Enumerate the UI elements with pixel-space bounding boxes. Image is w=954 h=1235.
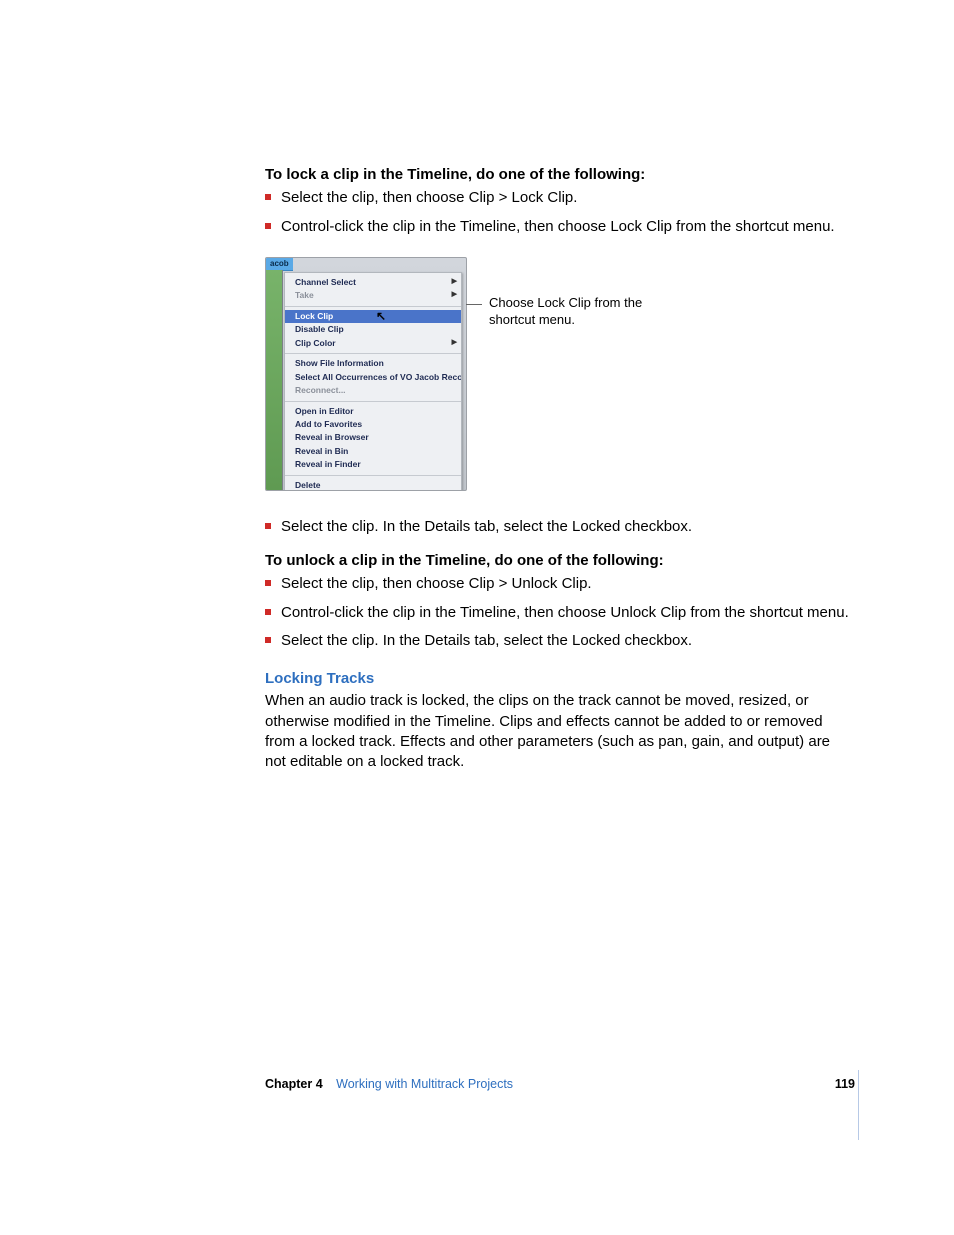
menu-item-clip-color[interactable]: Clip Color ▶: [285, 337, 461, 350]
menu-item-label: Open in Editor: [295, 406, 354, 416]
heading-lock-clip: To lock a clip in the Timeline, do one o…: [265, 165, 855, 185]
menu-item-lock-clip[interactable]: Lock Clip: [285, 310, 461, 323]
menu-item-channel-select[interactable]: Channel Select ▶: [285, 276, 461, 289]
figure-context-menu: acob Channel Select▶ Take▶ Lock Clip Dis…: [265, 257, 855, 497]
menu-item-reveal-in-finder[interactable]: Reveal in Finder: [285, 458, 461, 471]
list-item: Control-click the clip in the Timeline, …: [265, 603, 855, 623]
chevron-right-icon: ▶: [452, 277, 457, 286]
menu-item-reveal-in-browser[interactable]: Reveal in Browser: [285, 431, 461, 444]
menu-item-take: Take ▶: [285, 289, 461, 302]
subhead-locking-tracks: Locking Tracks: [265, 669, 855, 689]
footer-page-number: 119: [835, 1076, 855, 1093]
footer-title: Working with Multitrack Projects: [336, 1077, 513, 1091]
track-sidebar: [266, 270, 283, 490]
menu-item-label: Reconnect...: [295, 385, 346, 395]
menu-item-label: Channel Select: [295, 277, 356, 287]
chevron-right-icon: ▶: [452, 290, 457, 299]
menu-item-label: Clip Color: [295, 338, 336, 348]
body-locking-tracks: When an audio track is locked, the clips…: [265, 691, 855, 772]
lock-steps-list: Select the clip, then choose Clip > Lock…: [265, 188, 855, 237]
menu-item-label: Disable Clip: [295, 324, 344, 334]
callout-leader: [466, 304, 482, 305]
page-footer: Chapter 4 Working with Multitrack Projec…: [265, 1076, 855, 1093]
menu-item-label: Reveal in Bin: [295, 446, 348, 456]
heading-unlock-clip: To unlock a clip in the Timeline, do one…: [265, 551, 855, 571]
menu-item-select-all-occurrences[interactable]: Select All Occurrences of VO Jacob Recor…: [285, 371, 461, 384]
menu-item-add-to-favorites[interactable]: Add to Favorites: [285, 418, 461, 431]
context-menu: Channel Select ▶ Take ▶ Lock Clip Disable …: [284, 272, 462, 491]
menu-item-label: Lock Clip: [295, 311, 333, 321]
list-item: Select the clip. In the Details tab, sel…: [265, 517, 855, 537]
menu-item-open-in-editor[interactable]: Open in Editor: [285, 405, 461, 418]
menu-item-disable-clip[interactable]: Disable Clip: [285, 323, 461, 336]
menu-item-delete[interactable]: Delete: [285, 479, 461, 491]
footer-chapter: Chapter 4: [265, 1077, 323, 1091]
chevron-right-icon: ▶: [452, 338, 457, 347]
menu-item-label: Show File Information: [295, 358, 384, 368]
menu-item-label: Reveal in Browser: [295, 432, 369, 442]
page-rule: [858, 1070, 859, 1140]
unlock-steps-list: Select the clip, then choose Clip > Unlo…: [265, 574, 855, 651]
list-item: Select the clip, then choose Clip > Unlo…: [265, 574, 855, 594]
screenshot: acob Channel Select▶ Take▶ Lock Clip Dis…: [265, 257, 467, 491]
menu-item-reveal-in-bin[interactable]: Reveal in Bin: [285, 445, 461, 458]
list-item: Select the clip. In the Details tab, sel…: [265, 631, 855, 651]
menu-item-label: Select All Occurrences of VO Jacob Recor…: [295, 372, 461, 382]
list-item: Select the clip, then choose Clip > Lock…: [265, 188, 855, 208]
menu-item-label: Add to Favorites: [295, 419, 362, 429]
list-item: Control-click the clip in the Timeline, …: [265, 217, 855, 237]
menu-item-label: Take: [295, 290, 314, 300]
menu-item-reconnect: Reconnect...: [285, 384, 461, 397]
menu-item-label: Delete: [295, 480, 321, 490]
menu-item-show-file-information[interactable]: Show File Information: [285, 357, 461, 370]
figure-callout: Choose Lock Clip from the shortcut menu.: [489, 295, 659, 329]
lock-steps-list-continued: Select the clip. In the Details tab, sel…: [265, 517, 855, 537]
menu-item-label: Reveal in Finder: [295, 459, 361, 469]
